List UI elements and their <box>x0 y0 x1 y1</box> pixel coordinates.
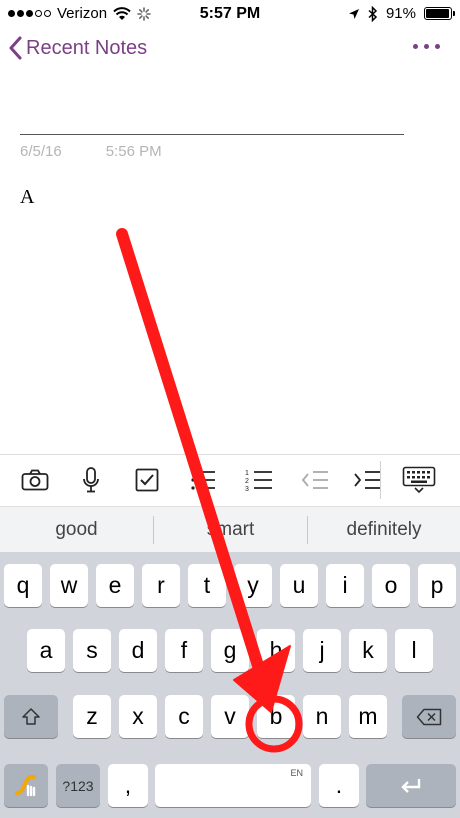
key-w[interactable]: w <box>50 564 88 607</box>
period-key[interactable]: . <box>319 764 359 807</box>
key-a[interactable]: a <box>27 629 65 672</box>
key-t[interactable]: t <box>188 564 226 607</box>
suggestion-bar: good smart definitely <box>0 506 460 552</box>
backspace-icon <box>416 708 442 725</box>
numbers-key[interactable]: ?123 <box>56 764 100 807</box>
battery-percent: 91% <box>385 5 416 22</box>
back-button[interactable]: Recent Notes <box>8 36 147 60</box>
note-date: 6/5/16 <box>20 143 62 160</box>
note-title-underline <box>20 134 404 135</box>
nav-bar: Recent Notes <box>0 30 460 74</box>
svg-text:2: 2 <box>245 478 249 485</box>
suggestion-1[interactable]: good <box>0 507 153 553</box>
key-z[interactable]: z <box>73 695 111 738</box>
dictation-button[interactable] <box>74 463 108 497</box>
location-arrow-icon <box>348 8 359 19</box>
indent-icon <box>354 471 380 489</box>
status-right: 91% <box>348 5 455 22</box>
battery-icon <box>424 7 455 20</box>
key-g[interactable]: g <box>211 629 249 672</box>
shift-arrow-icon <box>22 707 40 725</box>
key-x[interactable]: x <box>119 695 157 738</box>
key-n[interactable]: n <box>303 695 341 738</box>
keyboard-icon <box>402 466 436 494</box>
key-b[interactable]: b <box>257 695 295 738</box>
chevron-left-icon <box>9 36 22 60</box>
key-c[interactable]: c <box>165 695 203 738</box>
back-label: Recent Notes <box>26 36 148 59</box>
language-label: EN <box>290 768 303 778</box>
toolbar-divider <box>380 461 381 499</box>
key-f[interactable]: f <box>165 629 203 672</box>
key-k[interactable]: k <box>349 629 387 672</box>
swype-key[interactable] <box>4 764 48 807</box>
key-h[interactable]: h <box>257 629 295 672</box>
key-m[interactable]: m <box>349 695 387 738</box>
return-arrow-icon <box>401 778 421 793</box>
bullet-list-icon <box>191 470 215 490</box>
delete-key[interactable] <box>402 695 456 738</box>
microphone-icon <box>83 467 99 493</box>
status-bar: Verizon 5:57 PM 91% <box>0 0 460 28</box>
key-l[interactable]: l <box>395 629 433 672</box>
key-j[interactable]: j <box>303 629 341 672</box>
bluetooth-icon <box>368 5 378 22</box>
key-v[interactable]: v <box>211 695 249 738</box>
shift-key[interactable] <box>4 695 58 738</box>
more-options-button[interactable] <box>413 44 440 49</box>
key-u[interactable]: u <box>280 564 318 607</box>
swype-logo-icon <box>15 774 36 796</box>
outdent-button[interactable] <box>298 463 332 497</box>
ellipsis-icon <box>413 44 418 49</box>
key-y[interactable]: y <box>234 564 272 607</box>
camera-button[interactable] <box>18 463 52 497</box>
key-q[interactable]: q <box>4 564 42 607</box>
key-s[interactable]: s <box>73 629 111 672</box>
key-r[interactable]: r <box>142 564 180 607</box>
hide-keyboard-button[interactable] <box>402 463 436 497</box>
checkbox-button[interactable] <box>130 463 164 497</box>
space-key[interactable]: EN <box>155 764 311 807</box>
note-body-text[interactable]: A <box>20 186 34 209</box>
note-time: 5:56 PM <box>105 143 162 160</box>
camera-icon <box>21 469 49 491</box>
indent-button[interactable] <box>350 463 384 497</box>
return-key[interactable] <box>366 764 456 807</box>
checkbox-icon <box>135 468 159 492</box>
svg-text:3: 3 <box>245 486 249 492</box>
key-p[interactable]: p <box>418 564 456 607</box>
svg-text:1: 1 <box>245 470 249 477</box>
comma-key[interactable]: , <box>108 764 148 807</box>
numbered-list-icon: 1 2 3 <box>245 470 272 492</box>
suggestion-2[interactable]: smart <box>154 507 307 553</box>
key-i[interactable]: i <box>326 564 364 607</box>
numbered-list-button[interactable]: 1 2 3 <box>242 463 276 497</box>
key-e[interactable]: e <box>96 564 134 607</box>
bullet-list-button[interactable] <box>186 463 220 497</box>
suggestion-3[interactable]: definitely <box>308 507 460 553</box>
keyboard: q w e r t y u i o p a s d f g h j k l z … <box>0 552 460 818</box>
note-timestamp: 6/5/16 5:56 PM <box>20 143 162 160</box>
formatting-toolbar: 1 2 3 <box>0 454 460 504</box>
key-d[interactable]: d <box>119 629 157 672</box>
outdent-icon <box>301 471 328 489</box>
key-o[interactable]: o <box>372 564 410 607</box>
